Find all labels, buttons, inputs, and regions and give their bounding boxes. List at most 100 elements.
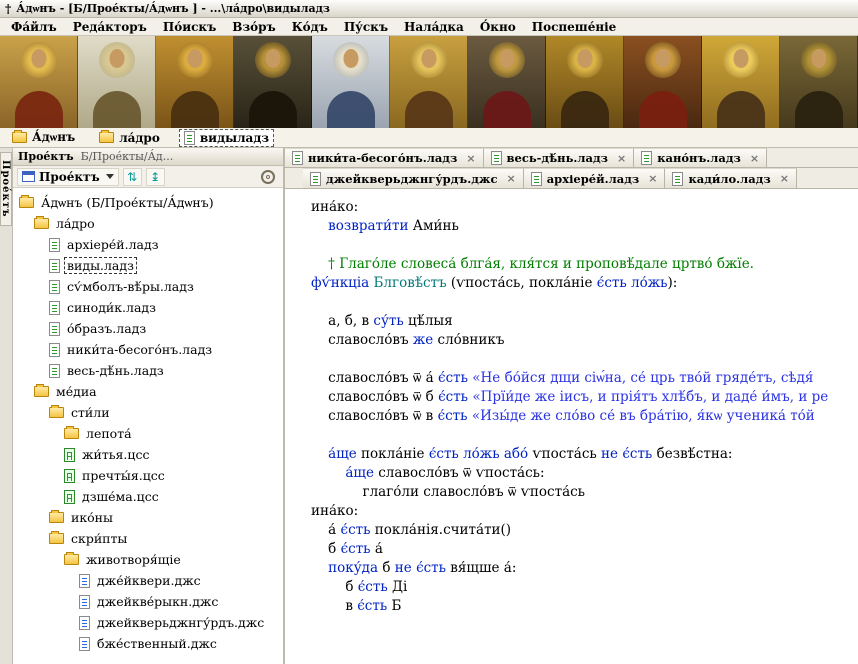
close-icon[interactable]: × — [780, 172, 789, 185]
folder-icon — [34, 384, 49, 397]
icon-pale-saint — [78, 36, 156, 128]
tree-row-label: сти́ли — [71, 405, 110, 420]
tree-row-label: лепота́ — [86, 426, 132, 441]
code-token: Ді — [387, 579, 408, 595]
tree-row-label: весь-дѣ́нь.ладз — [67, 363, 164, 378]
code-line: глаго́ли славосло́въ ѿ ѵпоста́сь — [311, 483, 858, 502]
editor-tab[interactable]: весь-дѣ́нь.ладз × — [483, 148, 635, 167]
file-icon — [49, 321, 60, 336]
editor-tab[interactable]: архіере́й.ладз × — [523, 168, 666, 188]
code-token: ло́жь — [463, 446, 500, 462]
tree-row[interactable]: бже́ственный.джс — [13, 633, 283, 654]
tree-row[interactable]: о́бразъ.ладз — [13, 318, 283, 339]
face-shape — [811, 49, 826, 68]
menu-item[interactable]: Ко́дъ — [284, 19, 336, 35]
collapse-all-button[interactable]: ⇅ — [122, 167, 142, 186]
tree-row[interactable]: ла́дро — [13, 213, 283, 234]
file-icon — [49, 279, 60, 294]
close-icon[interactable]: × — [507, 172, 516, 185]
scroll-to-source-button[interactable]: ↨ — [145, 167, 165, 186]
tree-row-label: дже́йквери.джс — [97, 573, 201, 588]
file-icon — [490, 151, 502, 165]
project-panel-header: Прое́ктъ Б/Прое́кты/А́д... — [13, 148, 283, 166]
menu-item[interactable]: О́кно — [472, 19, 524, 35]
folder-tab[interactable]: А́дѡнъ — [8, 129, 79, 146]
folder-tab[interactable]: видыладз — [178, 128, 275, 147]
tree-row[interactable]: архіере́й.ладз — [13, 234, 283, 255]
menu-item[interactable]: Реда́кторъ — [65, 19, 155, 35]
icon-strip — [0, 36, 858, 128]
project-vertical-tab[interactable]: Прое́ктъ — [0, 152, 12, 226]
tree-row[interactable]: сти́ли — [13, 402, 283, 423]
tree-row[interactable]: сѵ́мболъ-вѣ́ры.ладз — [13, 276, 283, 297]
tree-row[interactable]: виды.ладз — [13, 255, 283, 276]
tree-row-label: ме́диа — [56, 384, 97, 399]
project-view-dropdown[interactable]: Прое́ктъ — [17, 167, 119, 186]
menu-item[interactable]: Фа́йлъ — [3, 19, 65, 35]
icon-trinity — [0, 36, 78, 128]
editor-tab[interactable]: кано́нъ.ладз × — [634, 148, 768, 167]
code-token: б — [311, 579, 358, 595]
close-icon[interactable]: × — [617, 152, 626, 165]
code-token: (ѵпоста́сь, покла́ніе — [446, 275, 597, 291]
menu-item[interactable]: Нала́дка — [396, 19, 472, 35]
tree-row[interactable]: скри́пты — [13, 528, 283, 549]
face-shape — [109, 49, 124, 68]
figure-shape — [638, 91, 687, 128]
code-area[interactable]: ина́ко: возврати́ти Ами́нь † Глаго́ле сл… — [285, 189, 858, 664]
project-tree: А́дѡнъ (Б/Прое́кты/А́дѡнъ) ла́дро архіере́… — [13, 188, 283, 664]
folder-open-icon — [12, 130, 27, 143]
code-token: ина́ко: — [311, 503, 359, 519]
tree-row[interactable]: джейкверьджнгу́рдъ.джс — [13, 612, 283, 633]
folder-icon — [64, 552, 79, 565]
code-token: «Прїи́де же іисъ, и прія́тъ хлѣ́бъ, и да… — [472, 389, 829, 405]
tree-row[interactable]: животворя́щіе — [13, 549, 283, 570]
code-line: возврати́ти Ами́нь — [311, 217, 858, 236]
code-token: не — [601, 446, 619, 462]
tree-row[interactable]: дзше́ма.цсс — [13, 486, 283, 507]
figure-shape — [716, 91, 765, 128]
menu-item[interactable]: Поспеше́ніе — [524, 19, 625, 35]
window-title: А́дѡнъ - [Б/Прое́кты/А́дѡнъ ] - ...\ла́д… — [16, 2, 330, 15]
code-line: поку́да б не є́сть вя́щше а́: — [311, 559, 858, 578]
code-line: а́ще славосло́въ ѿ ѵпоста́сь: — [311, 464, 858, 483]
file-icon — [672, 171, 684, 186]
close-icon[interactable]: × — [750, 152, 759, 165]
tree-row[interactable]: А́дѡнъ (Б/Прое́кты/А́дѡнъ) — [13, 192, 283, 213]
tree-row[interactable]: джейкве́рыкн.джс — [13, 591, 283, 612]
file-icon — [49, 258, 60, 273]
code-token: б — [378, 560, 395, 576]
code-line: а́ є́сть покла́нія.счита́ти() — [311, 521, 858, 540]
close-icon[interactable]: × — [648, 172, 657, 185]
tree-row[interactable]: весь-дѣ́нь.ладз — [13, 360, 283, 381]
editor-tab[interactable]: кади́ло.ладз × — [665, 168, 797, 188]
code-token: а́ще — [345, 465, 374, 481]
tree-row[interactable]: ико́ны — [13, 507, 283, 528]
code-token: ): — [667, 275, 678, 291]
code-token: поку́да — [328, 560, 379, 576]
tree-row[interactable]: пречты́я.цсс — [13, 465, 283, 486]
editor-tab[interactable]: ники́та-бесого́нъ.ладз × — [285, 148, 484, 167]
tree-row[interactable]: ме́диа — [13, 381, 283, 402]
tree-row[interactable]: лепота́ — [13, 423, 283, 444]
tree-row[interactable]: синоди́к.ладз — [13, 297, 283, 318]
gear-icon[interactable] — [261, 169, 275, 184]
face-shape — [655, 49, 670, 68]
folder-icon — [49, 405, 64, 418]
menu-item[interactable]: По́искъ — [155, 19, 224, 35]
tree-row[interactable]: ники́та-бесого́нъ.ладз — [13, 339, 283, 360]
close-icon[interactable]: × — [466, 152, 475, 165]
editor-tab[interactable]: джейкверьджнгу́рдъ.джс × — [303, 168, 524, 188]
folder-tab[interactable]: ла́дро — [95, 130, 164, 146]
tree-row[interactable]: дже́йквери.джс — [13, 570, 283, 591]
code-token: ло́жь — [631, 275, 668, 291]
editor-tab-label: архіере́й.ладз — [546, 171, 640, 186]
tree-row[interactable]: жи́тья.цсс — [13, 444, 283, 465]
menu-item[interactable]: Пу́скъ — [336, 19, 396, 35]
code-token: возврати́ти — [328, 218, 409, 234]
editor-tab-label: джейкверьджнгу́рдъ.джс — [326, 171, 498, 186]
menu-item[interactable]: Взо́ръ — [224, 19, 283, 35]
code-token: же — [412, 332, 434, 348]
tree-row-label: дзше́ма.цсс — [82, 489, 159, 504]
